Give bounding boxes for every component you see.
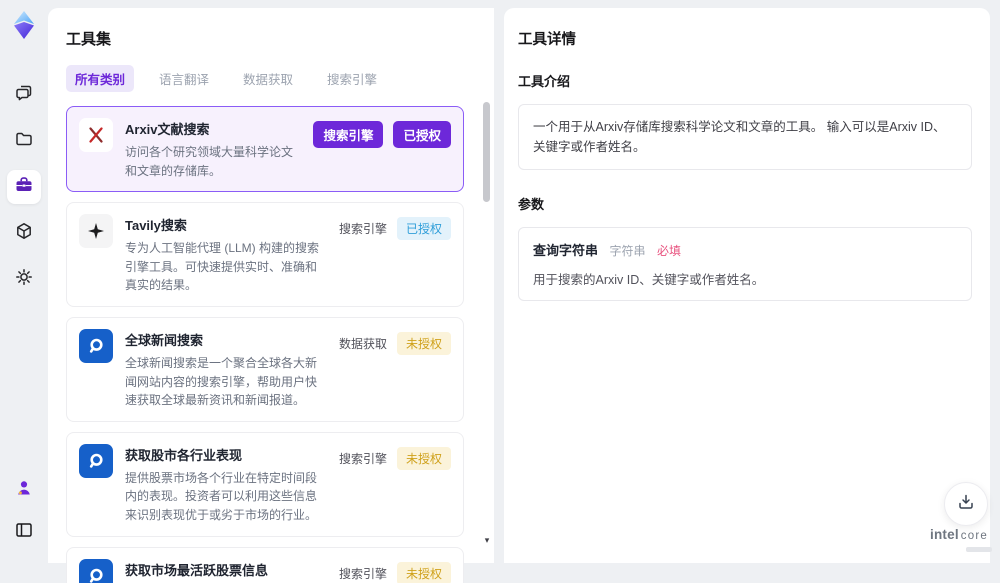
param-type: 字符串 (609, 244, 646, 258)
param-required-badge: 必填 (656, 244, 681, 258)
arxiv-logo-icon (79, 118, 113, 152)
sidebar-nav (7, 78, 41, 296)
tool-description: 专为人工智能代理 (LLM) 构建的搜索引擎工具。可快速提供实时、准确和真实的结… (125, 241, 320, 293)
user-icon (14, 478, 34, 503)
param-description: 用于搜索的Arxiv ID、关键字或作者姓名。 (533, 273, 765, 287)
search-app-icon (79, 558, 113, 583)
category-tab[interactable]: 所有类别 (66, 65, 135, 92)
tool-list-item[interactable]: Tavily搜索 专为人工智能代理 (LLM) 构建的搜索引擎工具。可快速提供实… (66, 202, 464, 307)
param-name: 查询字符串 (533, 243, 599, 258)
briefcase-icon (14, 175, 34, 200)
download-icon (956, 492, 976, 517)
panel-toggle-icon (14, 520, 34, 545)
tool-name: Tavily搜索 (125, 218, 187, 234)
tool-list-item[interactable]: Arxiv文献搜索 访问各个研究领域大量科学论文和文章的存储库。 搜索引擎 已授… (66, 106, 464, 193)
param-header: 查询字符串 字符串 必填 (533, 240, 957, 260)
sidebar-item-folder[interactable] (7, 124, 41, 158)
sidebar-item-cube[interactable] (7, 216, 41, 250)
tool-list-item[interactable]: 获取股市各行业表现 提供股票市场各个行业在特定时间段内的表现。投资者可以利用这些… (66, 431, 464, 537)
brand-secondary: core (960, 530, 988, 542)
category-tab[interactable]: 语言翻译 (150, 65, 218, 92)
category-tab[interactable]: 数据获取 (234, 65, 302, 92)
sidebar-item-chat[interactable] (7, 78, 41, 112)
sidebar-item-user[interactable] (7, 473, 41, 507)
tool-status-badge: 未授权 (396, 446, 451, 470)
intro-text: 一个用于从Arxiv存储库搜索科学论文和文章的工具。 输入可以是Arxiv ID… (533, 120, 946, 154)
param-card: 查询字符串 字符串 必填 用于搜索的Arxiv ID、关键字或作者姓名。 (518, 227, 972, 301)
tool-category-label: 搜索引擎 (313, 121, 384, 148)
tool-list-item[interactable]: 全球新闻搜索 全球新闻搜索是一个聚合全球各大新闻网站内容的搜索引擎，帮助用户快速… (66, 316, 464, 422)
folder-icon (14, 129, 34, 154)
tool-category-label: 搜索引擎 (338, 566, 387, 581)
tool-status-badge: 未授权 (396, 561, 451, 583)
sidebar-bottom (7, 473, 41, 549)
sidebar-item-gear[interactable] (7, 262, 41, 296)
app-logo (11, 10, 37, 40)
tool-description: 提供股票市场各个行业在特定时间段内的表现。投资者可以利用这些信息来识别表现优于或… (125, 470, 318, 522)
tool-list: Arxiv文献搜索 访问各个研究领域大量科学论文和文章的存储库。 搜索引擎 已授… (66, 106, 478, 583)
scroll-down-arrow[interactable]: ▾ (482, 535, 492, 545)
tool-status-badge: 已授权 (393, 121, 451, 148)
intro-card: 一个用于从Arxiv存储库搜索科学论文和文章的工具。 输入可以是Arxiv ID… (518, 104, 972, 170)
search-app-icon (79, 328, 113, 363)
download-button[interactable] (944, 482, 988, 526)
chat-icon (14, 83, 34, 108)
tool-name: 全球新闻搜索 (125, 332, 204, 348)
sidebar-item-panel-toggle[interactable] (7, 515, 41, 549)
intel-core-logo: intel core (924, 526, 994, 552)
tool-category-label: 数据获取 (338, 336, 387, 351)
tool-status-badge: 未授权 (396, 331, 451, 355)
category-tab[interactable]: 搜索引擎 (318, 65, 386, 92)
tool-category-label: 搜索引擎 (338, 451, 387, 466)
search-app-icon (79, 443, 113, 478)
sidebar-rail (0, 0, 48, 563)
category-tabs: 所有类别 语言翻译 数据获取 搜索引擎 (66, 65, 478, 92)
tool-category-label: 搜索引擎 (338, 222, 387, 237)
tool-status-badge: 已授权 (396, 217, 451, 241)
page-title: 工具集 (66, 31, 112, 48)
list-scrollbar[interactable] (483, 96, 491, 556)
scrollbar-thumb[interactable] (483, 102, 490, 202)
sparkle-icon (79, 214, 113, 249)
params-heading: 参数 (518, 197, 545, 212)
tool-list-item[interactable]: 获取市场最活跃股票信息 提供当天交易量最高的股票列表，投资者可以利用这些信息来识… (66, 546, 464, 583)
brand-primary: intel (930, 527, 959, 542)
detail-title: 工具详情 (518, 32, 576, 48)
cube-icon (14, 221, 34, 246)
sidebar-item-briefcase[interactable] (7, 170, 41, 204)
tool-name: Arxiv文献搜索 (125, 122, 210, 137)
intro-heading: 工具介绍 (518, 74, 571, 89)
tool-description: 访问各个研究领域大量科学论文和文章的存储库。 (125, 145, 294, 178)
gear-icon (14, 267, 34, 292)
tool-name: 获取股市各行业表现 (125, 447, 243, 463)
tool-list-panel: 工具集 所有类别 语言翻译 数据获取 搜索引擎 Arxiv文献搜索 访问各个研究领域大… (48, 8, 494, 583)
tool-detail-panel: 工具详情 工具介绍 一个用于从Arxiv存储库搜索科学论文和文章的工具。 输入可… (504, 8, 990, 563)
tool-name: 获取市场最活跃股票信息 (125, 562, 269, 578)
brand-sub-bar (966, 547, 992, 552)
tool-description: 全球新闻搜索是一个聚合全球各大新闻网站内容的搜索引擎，帮助用户快速获取全球最新资… (125, 355, 318, 408)
